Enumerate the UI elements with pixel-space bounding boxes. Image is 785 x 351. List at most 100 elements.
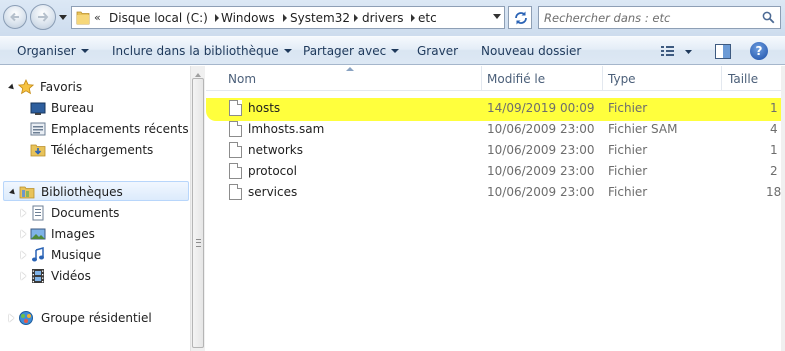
navigation-scrollbar[interactable]: [190, 66, 205, 351]
nav-desktop[interactable]: Bureau: [0, 98, 190, 118]
crumb-separator[interactable]: [283, 14, 287, 22]
star-icon: [18, 79, 34, 95]
recent-pages-dropdown-icon[interactable]: [58, 12, 68, 22]
file-size: 1: [770, 143, 778, 157]
explorer-window: « Disque local (C:) Windows System32 dri…: [0, 0, 785, 351]
organize-label: Organiser: [17, 44, 76, 58]
nav-favorites[interactable]: Favoris: [0, 77, 190, 97]
column-modified[interactable]: Modifié le: [487, 72, 545, 86]
crumb-separator[interactable]: [411, 14, 415, 22]
nav-videos[interactable]: Vidéos: [0, 266, 190, 286]
expand-closed-icon[interactable]: [9, 314, 14, 322]
column-name[interactable]: Nom: [228, 72, 256, 86]
search-input[interactable]: [544, 11, 754, 25]
nav-music[interactable]: Musique: [0, 245, 190, 265]
file-icon: [229, 184, 242, 200]
expand-closed-icon[interactable]: [21, 230, 26, 238]
column-size[interactable]: Taille: [728, 72, 758, 86]
share-label: Partager avec: [303, 44, 387, 58]
chevron-down-icon: [391, 49, 400, 53]
crumb-windows[interactable]: Windows: [221, 11, 275, 25]
file-icon: [229, 163, 242, 179]
help-icon[interactable]: ?: [750, 42, 768, 60]
address-dropdown-icon[interactable]: [493, 14, 501, 19]
file-icon: [229, 142, 242, 158]
file-name: services: [248, 185, 298, 199]
nav-recent-places[interactable]: Emplacements récents: [0, 119, 190, 139]
address-overflow[interactable]: «: [94, 11, 101, 24]
scroll-up-arrow-icon[interactable]: [195, 73, 201, 77]
new-folder-button[interactable]: Nouveau dossier: [481, 44, 581, 58]
include-label: Inclure dans la bibliothèque: [112, 44, 279, 58]
search-box[interactable]: [538, 6, 781, 29]
crumb-separator[interactable]: [354, 14, 358, 22]
crumb-drivers[interactable]: drivers: [362, 11, 404, 25]
organize-menu[interactable]: Organiser: [17, 44, 89, 58]
nav-downloads[interactable]: Téléchargements: [0, 140, 190, 160]
file-name: hosts: [248, 101, 281, 115]
file-name: networks: [248, 143, 303, 157]
back-arrow-icon: [10, 12, 19, 22]
refresh-button[interactable]: [508, 6, 532, 29]
file-type: Fichier: [608, 164, 648, 178]
burn-button[interactable]: Graver: [417, 44, 458, 58]
crumb-etc[interactable]: etc: [418, 11, 437, 25]
chevron-down-icon: [283, 49, 292, 53]
file-row[interactable]: hosts 14/09/2019 00:09 Fichier 1: [206, 98, 785, 119]
column-divider[interactable]: [602, 66, 603, 90]
expand-open-icon[interactable]: [8, 83, 16, 92]
scrollbar-thumb[interactable]: [192, 78, 204, 348]
nav-homegroup[interactable]: Groupe résidentiel: [0, 308, 190, 328]
crumb-separator[interactable]: [215, 14, 219, 22]
file-type: Fichier SAM: [608, 122, 678, 136]
command-bar: Organiser Inclure dans la bibliothèque P…: [0, 36, 785, 65]
grip-icon: [196, 239, 201, 247]
back-button[interactable]: [3, 5, 27, 29]
file-modified: 10/06/2009 23:00: [487, 143, 595, 157]
expand-open-icon[interactable]: [9, 188, 17, 197]
preview-pane-icon[interactable]: [714, 43, 732, 60]
crumb-system32[interactable]: System32: [290, 11, 350, 25]
nav-desktop-label: Bureau: [51, 101, 94, 115]
desktop-icon: [30, 102, 46, 115]
column-divider[interactable]: [481, 66, 482, 90]
file-type: Fichier: [608, 143, 648, 157]
file-modified: 10/06/2009 23:00: [487, 164, 595, 178]
expand-closed-icon[interactable]: [21, 209, 26, 217]
share-with-menu[interactable]: Partager avec: [303, 44, 400, 58]
expand-closed-icon[interactable]: [21, 272, 26, 280]
file-list-scrollbar-edge[interactable]: [781, 66, 785, 351]
nav-libraries[interactable]: Bibliothèques: [3, 181, 189, 201]
address-bar[interactable]: « Disque local (C:) Windows System32 dri…: [71, 6, 505, 29]
nav-homegroup-label: Groupe résidentiel: [41, 311, 152, 325]
file-row[interactable]: lmhosts.sam 10/06/2009 23:00 Fichier SAM…: [206, 119, 785, 140]
address-row: « Disque local (C:) Windows System32 dri…: [0, 0, 785, 36]
images-icon: [30, 228, 46, 240]
column-type[interactable]: Type: [608, 72, 636, 86]
file-size: 18: [766, 185, 782, 199]
navigation-pane: Favoris Bureau Emplacements récents Télé…: [0, 66, 190, 351]
libraries-icon: [19, 186, 35, 199]
file-type: Fichier: [608, 185, 648, 199]
nav-music-label: Musique: [51, 248, 102, 262]
column-divider[interactable]: [721, 66, 722, 90]
nav-documents[interactable]: Documents: [0, 203, 190, 223]
film-strip-icon: [32, 269, 44, 283]
crumb-local-disk[interactable]: Disque local (C:): [109, 11, 208, 25]
file-modified: 10/06/2009 23:00: [487, 185, 595, 199]
file-row[interactable]: services 10/06/2009 23:00 Fichier 18: [206, 182, 785, 203]
search-icon[interactable]: [762, 11, 775, 24]
file-row[interactable]: networks 10/06/2009 23:00 Fichier 1: [206, 140, 785, 161]
file-row[interactable]: protocol 10/06/2009 23:00 Fichier 2: [206, 161, 785, 182]
expand-closed-icon[interactable]: [21, 251, 26, 259]
file-modified: 14/09/2019 00:09: [487, 101, 595, 115]
nav-downloads-label: Téléchargements: [51, 143, 154, 157]
nav-images[interactable]: Images: [0, 224, 190, 244]
change-view-icon[interactable]: [659, 43, 697, 60]
documents-icon: [32, 205, 44, 221]
sort-ascending-icon: [346, 67, 354, 71]
file-name: lmhosts.sam: [248, 122, 325, 136]
file-name: protocol: [248, 164, 297, 178]
include-in-library-menu[interactable]: Inclure dans la bibliothèque: [112, 44, 292, 58]
forward-button[interactable]: [30, 4, 56, 30]
